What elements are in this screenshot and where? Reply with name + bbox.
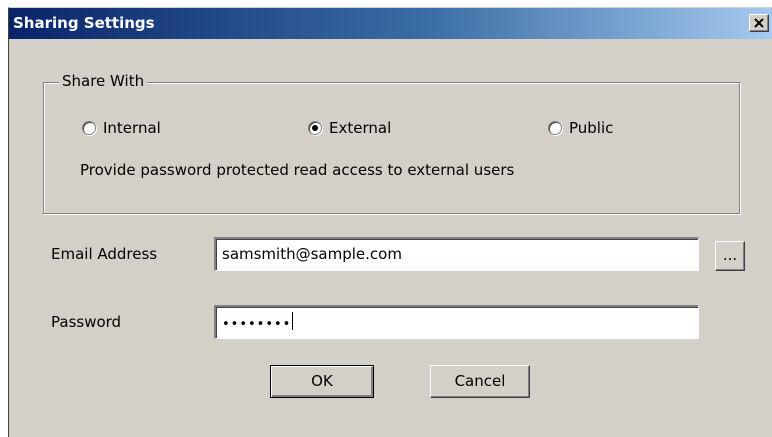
cancel-button[interactable]: Cancel [430, 365, 530, 398]
radio-internal-label: Internal [103, 119, 161, 137]
cancel-button-label: Cancel [454, 372, 506, 390]
share-description: Provide password protected read access t… [80, 161, 515, 179]
browse-button-label: ... [722, 246, 738, 264]
email-label: Email Address [51, 245, 158, 263]
radio-internal[interactable]: Internal [82, 119, 161, 137]
share-with-group [43, 82, 740, 214]
text-caret [292, 311, 294, 330]
radio-external-label: External [329, 119, 392, 137]
sharing-settings-dialog: Sharing Settings Share With Internal Ext… [8, 7, 772, 437]
title-bar[interactable]: Sharing Settings [9, 8, 772, 39]
email-field[interactable]: samsmith@sample.com [214, 237, 699, 271]
radio-external[interactable]: External [308, 119, 391, 137]
radio-circle-icon [82, 121, 96, 135]
radio-circle-icon [308, 121, 322, 135]
radio-selected-dot-icon [312, 125, 318, 131]
ok-button-label: OK [311, 372, 333, 390]
radio-public[interactable]: Public [548, 119, 613, 137]
ok-button[interactable]: OK [270, 365, 374, 398]
browse-contacts-button[interactable]: ... [715, 241, 745, 271]
radio-public-label: Public [569, 119, 614, 137]
radio-circle-icon [548, 121, 562, 135]
share-with-legend: Share With [59, 72, 148, 90]
dialog-title: Sharing Settings [13, 14, 155, 32]
password-masked-value: •••••••• [222, 317, 292, 332]
close-icon [754, 18, 764, 28]
close-button[interactable] [749, 14, 769, 32]
password-label: Password [51, 313, 122, 331]
password-field[interactable]: •••••••• [214, 305, 699, 339]
email-value: samsmith@sample.com [222, 245, 402, 263]
